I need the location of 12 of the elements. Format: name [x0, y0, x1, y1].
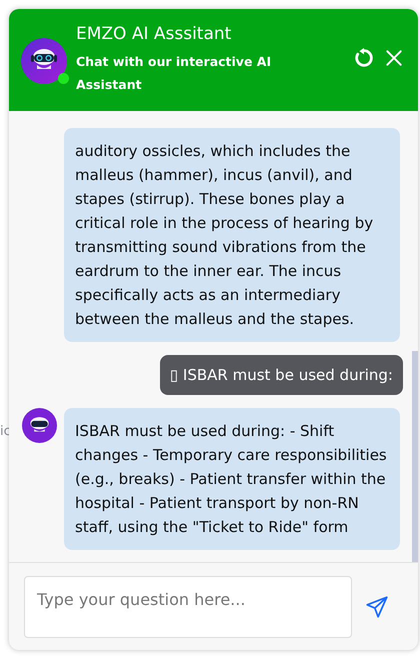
close-button[interactable] [384, 48, 404, 68]
scrollbar-thumb[interactable] [412, 351, 418, 562]
robot-avatar-icon [22, 408, 57, 443]
robot-avatar-icon [21, 38, 67, 84]
chat-title: EMZO AI Asssitant [76, 24, 232, 44]
assistant-message: auditory ossicles, which includes the malleus (hammer), incus (anvil), and stapes (stirrup). These bones play a critical role in the process of hearing by transmitting sound vibrations from the eardrum to the inner ear. The incus specifically acts as an intermediary between the malleus and the stapes. [64, 128, 400, 342]
chat-subtitle: Chat with our interactive AI Assistant [76, 53, 272, 94]
send-button[interactable] [364, 594, 390, 620]
assistant-message: ISBAR must be used during: - Shift changes - Temporary care responsibilities (e.g., breaks) - Patient transfer within the hospital - Patient transport by non-RN staff, using the "Ticket to Ride" form [64, 408, 400, 550]
refresh-button[interactable] [353, 47, 375, 69]
question-input-field[interactable]: Type your question here... [24, 576, 352, 638]
user-message: ▯ ISBAR must be used during: [160, 355, 403, 395]
